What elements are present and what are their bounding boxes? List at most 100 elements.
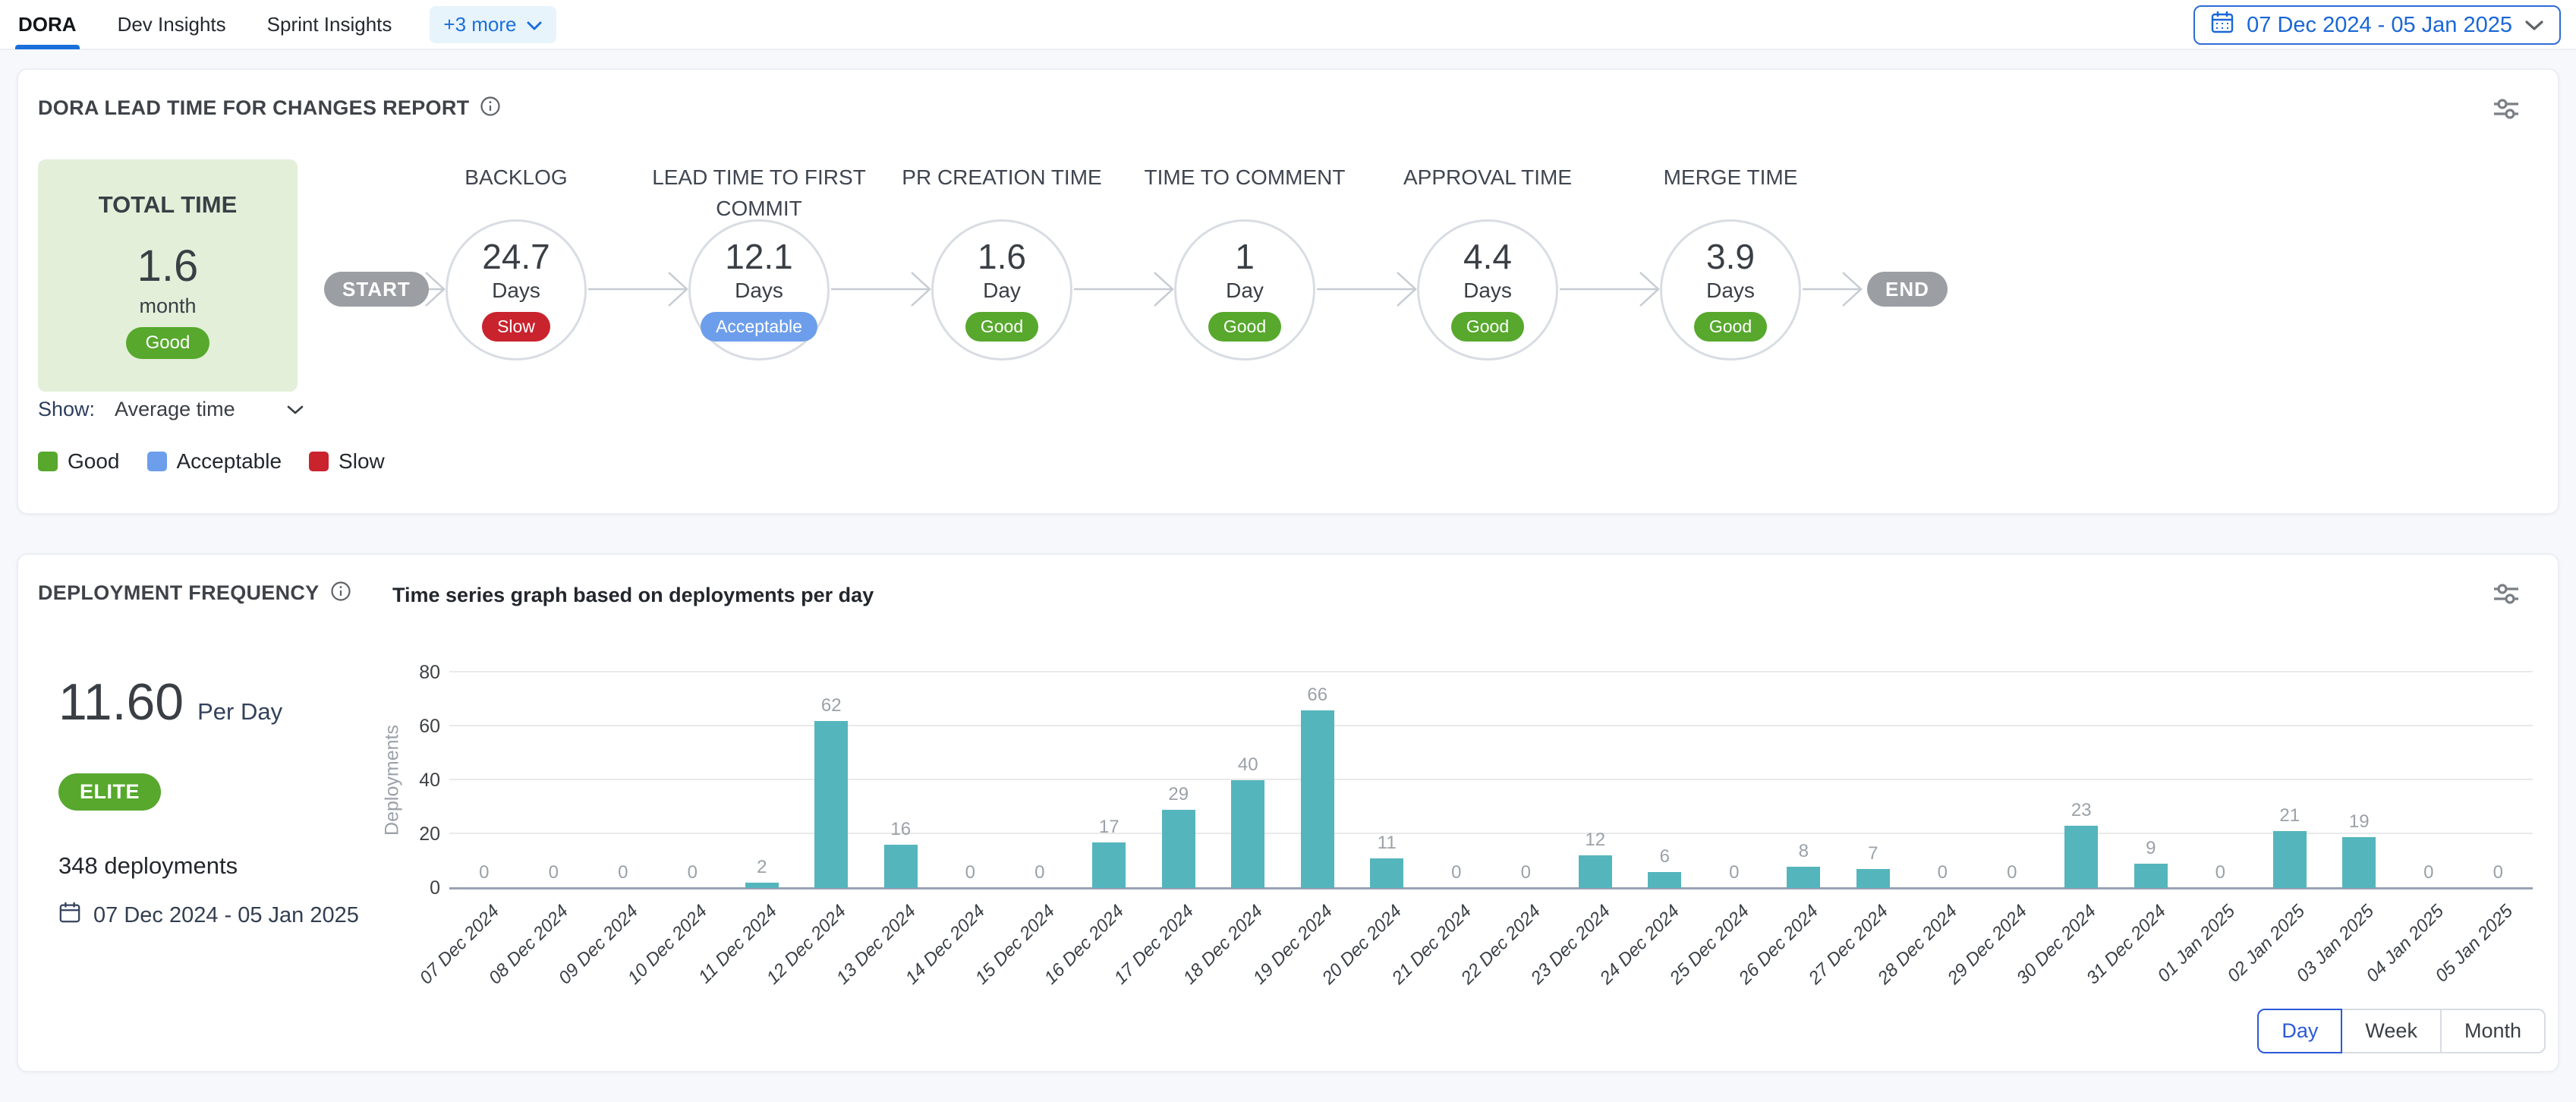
top-tab-bar: DORA Dev Insights Sprint Insights +3 more xyxy=(0,0,2576,50)
bar-20-dec-2024 xyxy=(1370,858,1403,888)
info-icon[interactable] xyxy=(480,96,501,121)
stage-value: 4.4 xyxy=(1463,239,1512,274)
chevron-down-icon xyxy=(286,398,304,421)
more-tabs-label: +3 more xyxy=(443,13,516,36)
stage-name-lead-time-to-first-commit: LEAD TIME TO FIRST COMMIT xyxy=(634,162,884,224)
stage-name-backlog: BACKLOG xyxy=(391,162,641,194)
tab-dora[interactable]: DORA xyxy=(15,0,80,49)
bar-30-dec-2024 xyxy=(2064,826,2098,888)
show-mode-select[interactable]: Average time xyxy=(115,398,304,421)
show-mode-value: Average time xyxy=(115,398,235,421)
legend-label: Slow xyxy=(339,449,385,474)
deployment-rate: 11.60 Per Day xyxy=(58,676,282,728)
bar-03-jan-2025 xyxy=(2342,837,2376,888)
tab-label: Sprint Insights xyxy=(267,13,392,36)
stage-value: 24.7 xyxy=(482,239,550,274)
rating-legend: Good Acceptable Slow xyxy=(38,449,385,474)
stage-name-pr-creation-time: PR CREATION TIME xyxy=(877,162,1127,194)
legend-item-slow: Slow xyxy=(309,449,385,474)
stage-unit: Day xyxy=(983,279,1021,303)
bar-value-label: 17 xyxy=(1079,817,1139,838)
stage-unit: Days xyxy=(735,279,783,303)
granularity-week[interactable]: Week xyxy=(2341,1009,2442,1053)
stage-circle-lead-time-to-first-commit: 12.1 Days Acceptable xyxy=(688,219,830,361)
y-tick-40: 40 xyxy=(322,770,440,792)
bar-23-dec-2024 xyxy=(1579,855,1612,888)
deployment-date-range-label: 07 Dec 2024 - 05 Jan 2025 xyxy=(93,903,359,928)
bar-value-label: 6 xyxy=(1634,846,1695,867)
bar-13-dec-2024 xyxy=(884,845,918,888)
bar-value-label: 0 xyxy=(662,862,723,883)
legend-swatch-slow xyxy=(309,452,329,471)
bar-24-dec-2024 xyxy=(1648,872,1681,888)
legend-swatch-acceptable xyxy=(147,452,167,471)
more-tabs-button[interactable]: +3 more xyxy=(430,6,556,43)
performance-tier-badge: ELITE xyxy=(58,773,161,811)
stage-rating-badge: Acceptable xyxy=(701,312,817,342)
gridline-60 xyxy=(449,725,2533,726)
bar-value-label: 40 xyxy=(1217,754,1278,776)
bar-31-dec-2024 xyxy=(2134,864,2168,888)
date-range-picker[interactable]: 07 Dec 2024 - 05 Jan 2025 xyxy=(2193,5,2561,45)
stage-circle-backlog: 24.7DaysSlow xyxy=(446,219,587,361)
granularity-day[interactable]: Day xyxy=(2257,1009,2342,1053)
deployment-date-range: 07 Dec 2024 - 05 Jan 2025 xyxy=(58,901,359,930)
tab-dev-insights[interactable]: Dev Insights xyxy=(115,0,229,49)
bar-value-label: 0 xyxy=(2467,862,2528,883)
deployment-rate-unit: Per Day xyxy=(197,698,282,726)
tab-label: DORA xyxy=(18,13,77,36)
gridline-20 xyxy=(449,833,2533,834)
report-tabs: DORA Dev Insights Sprint Insights xyxy=(15,0,430,49)
lead-time-title: DORA LEAD TIME FOR CHANGES REPORT xyxy=(38,96,469,120)
bar-value-label: 0 xyxy=(1009,862,1070,883)
bar-16-dec-2024 xyxy=(1092,842,1126,888)
gridline-80 xyxy=(449,671,2533,672)
date-range-label: 07 Dec 2024 - 05 Jan 2025 xyxy=(2247,13,2512,38)
tab-sprint-insights[interactable]: Sprint Insights xyxy=(264,0,395,49)
bar-value-label: 29 xyxy=(1148,784,1209,805)
y-tick-80: 80 xyxy=(322,662,440,684)
bar-value-label: 19 xyxy=(2329,811,2389,833)
stage-rating-badge: Good xyxy=(1451,312,1524,342)
stage-rating-badge: Good xyxy=(965,312,1038,342)
bar-19-dec-2024 xyxy=(1301,710,1334,888)
stage-circle-approval-time: 4.4DaysGood xyxy=(1417,219,1558,361)
chart-settings-icon[interactable] xyxy=(2491,581,2521,610)
stage-circle-pr-creation-time: 1.6DayGood xyxy=(931,219,1072,361)
bar-value-label: 0 xyxy=(2190,862,2250,883)
total-time-title: TOTAL TIME xyxy=(99,191,238,219)
stage-name-time-to-comment: TIME TO COMMENT xyxy=(1120,162,1370,194)
stage-value: 12.1 xyxy=(725,239,793,274)
bar-value-label: 62 xyxy=(801,695,861,716)
pipeline-end-node: END xyxy=(1867,272,1948,307)
pipeline-start-node: START xyxy=(324,272,429,307)
bar-value-label: 0 xyxy=(1495,862,1556,883)
granularity-month[interactable]: Month xyxy=(2440,1009,2546,1053)
calendar-icon xyxy=(2210,10,2234,40)
deployment-frequency-panel: DEPLOYMENT FREQUENCY Time series graph b… xyxy=(17,553,2559,1072)
stage-circle-merge-time: 3.9DaysGood xyxy=(1660,219,1801,361)
stage-name-approval-time: APPROVAL TIME xyxy=(1362,162,1613,194)
granularity-toggle: DayWeekMonth xyxy=(2257,1009,2546,1053)
gridline-40 xyxy=(449,779,2533,780)
legend-item-good: Good xyxy=(38,449,120,474)
chart-subtitle: Time series graph based on deployments p… xyxy=(392,584,874,607)
bar-value-label: 16 xyxy=(871,819,931,840)
stage-value: 1 xyxy=(1235,239,1255,274)
bar-value-label: 0 xyxy=(1982,862,2042,883)
bar-26-dec-2024 xyxy=(1787,867,1820,888)
stage-rating-badge: Slow xyxy=(482,312,550,342)
info-icon[interactable] xyxy=(330,581,351,606)
legend-label: Acceptable xyxy=(177,449,282,474)
bar-value-label: 21 xyxy=(2260,805,2320,826)
stage-unit: Days xyxy=(1706,279,1755,303)
stage-unit: Day xyxy=(1226,279,1264,303)
deployment-title-row: DEPLOYMENT FREQUENCY xyxy=(38,581,351,606)
y-tick-60: 60 xyxy=(322,716,440,738)
y-axis-ticks: 020406080 xyxy=(322,672,440,889)
tab-label: Dev Insights xyxy=(118,13,226,36)
deployments-bar-chart: 0000262160017294066110012608700239021190… xyxy=(449,672,2533,888)
chart-settings-icon[interactable] xyxy=(2491,96,2521,125)
bar-02-jan-2025 xyxy=(2273,831,2307,888)
bar-value-label: 8 xyxy=(1773,841,1834,862)
